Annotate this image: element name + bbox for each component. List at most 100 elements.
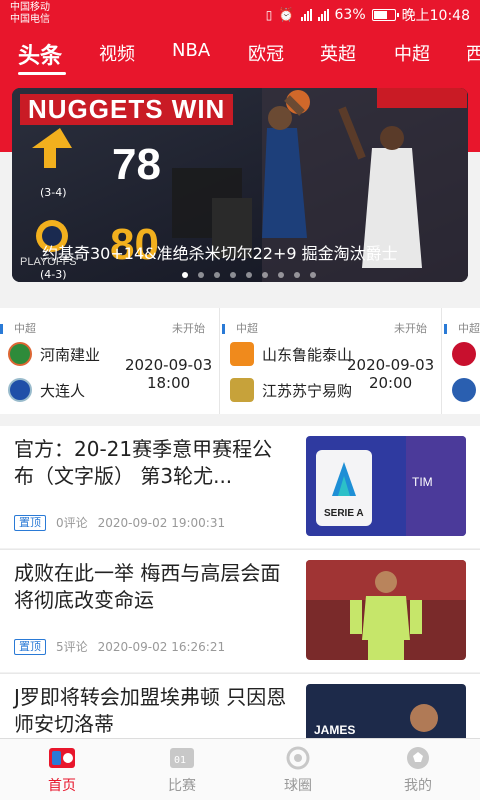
status-indicators: ▯ ⏰ 63% 晚上10:48 <box>266 5 470 25</box>
team2-record: (4-3) <box>40 268 67 281</box>
carousel-dot[interactable] <box>246 272 252 278</box>
carrier-1: 中国移动 <box>10 2 50 13</box>
pinned-badge: 置顶 <box>14 638 46 655</box>
carousel-dot[interactable] <box>310 272 316 278</box>
signal-2-icon <box>317 9 329 21</box>
nav-home[interactable]: 首页 <box>22 745 102 795</box>
news-item[interactable]: J罗即将转会加盟埃弗顿 只因恩师安切洛蒂 JAMES <box>0 674 480 738</box>
news-item[interactable]: 成败在此一举 梅西与高层会面将彻底改变命运 置顶 5评论 2020-09-02 … <box>0 550 480 672</box>
status-bar: 中国移动 中国电信 ▯ ⏰ 63% 晚上10:48 <box>0 0 480 30</box>
carrier-info: 中国移动 中国电信 <box>10 2 50 26</box>
tab-video[interactable]: 视频 <box>99 40 135 66</box>
carousel-dot[interactable] <box>182 272 188 278</box>
comment-count: 5评论 <box>56 640 88 654</box>
match-date: 2020-09-03 <box>125 356 213 374</box>
comment-count: 0评论 <box>56 516 88 530</box>
carousel-dot[interactable] <box>262 272 268 278</box>
carousel-dot[interactable] <box>214 272 220 278</box>
match-card[interactable]: 中超 未开始 山东鲁能泰山 江苏苏宁易购 2020-09-03 20:00 <box>222 308 442 414</box>
tab-headlines[interactable]: 头条 <box>18 38 62 70</box>
team-logo-icon <box>230 378 254 402</box>
banner-carousel[interactable]: NUGGETS WIN 78 (3-4) 80 PLAYOFFS (4-3) 约… <box>12 88 468 282</box>
team-logo-icon <box>8 378 32 402</box>
nav-matches[interactable]: 01 比赛 <box>142 745 222 795</box>
match-time: 2020-09-03 20:00 <box>347 356 434 392</box>
tab-laliga[interactable]: 西 <box>466 40 480 66</box>
match-league: 中超 <box>14 322 36 335</box>
news-time: 2020-09-02 19:00:31 <box>97 515 226 530</box>
nav-profile-label: 我的 <box>404 778 432 794</box>
league-marker <box>222 324 225 334</box>
carousel-dot[interactable] <box>230 272 236 278</box>
nav-profile[interactable]: 我的 <box>378 745 458 795</box>
home-team: 河南建业 <box>8 342 100 366</box>
carousel-indicator <box>182 272 316 278</box>
svg-text:01: 01 <box>174 755 186 766</box>
top-tab-bar: 头条 视频 NBA 欧冠 英超 中超 西 <box>0 30 480 82</box>
carrier-2: 中国电信 <box>10 14 50 25</box>
team-logo-icon <box>8 342 32 366</box>
match-status: 未开始 <box>172 322 205 335</box>
banner-caption: 约基奇30+14&准绝杀米切尔22+9 掘金淘汰爵士 <box>42 244 398 263</box>
news-meta: 置顶 5评论 2020-09-02 16:26:21 <box>14 638 225 655</box>
tab-nba[interactable]: NBA <box>172 40 210 61</box>
home-team-name: 山东鲁能泰山 <box>262 345 353 364</box>
pinned-badge: 置顶 <box>14 514 46 531</box>
news-thumbnail <box>306 560 466 660</box>
carousel-dot[interactable] <box>294 272 300 278</box>
match-status: 未开始 <box>394 322 427 335</box>
league-marker <box>0 324 3 334</box>
battery-percent: 63% <box>334 7 366 23</box>
nav-matches-label: 比赛 <box>168 778 196 794</box>
tab-active-indicator <box>18 72 66 75</box>
home-team-name: 河南建业 <box>40 345 101 364</box>
battery-icon <box>371 9 399 21</box>
home-team <box>452 342 476 366</box>
away-team: 江苏苏宁易购 <box>230 378 352 402</box>
banner-headline: NUGGETS WIN <box>20 94 234 125</box>
away-team-name: 大连人 <box>40 381 86 400</box>
news-title: J罗即将转会加盟埃弗顿 只因恩师安切洛蒂 <box>14 685 287 736</box>
nav-community[interactable]: 球圈 <box>258 745 338 795</box>
news-thumbnail: SERIE A TIM <box>306 436 466 536</box>
tab-ucl[interactable]: 欧冠 <box>248 40 284 66</box>
away-team <box>452 378 476 402</box>
news-title: 官方：20-21赛季意甲赛程公布（文字版） 第3轮尤... <box>14 437 273 488</box>
community-icon <box>286 746 310 770</box>
carousel-dot[interactable] <box>198 272 204 278</box>
tab-csl[interactable]: 中超 <box>394 40 430 66</box>
team-logo-icon <box>230 342 254 366</box>
match-league: 中超 <box>236 322 258 335</box>
match-card[interactable]: 中超 <box>444 308 480 414</box>
match-strip: 中超 未开始 河南建业 大连人 2020-09-03 18:00 中超 未开始 … <box>0 308 480 414</box>
match-kickoff: 18:00 <box>146 374 191 392</box>
news-title: 成败在此一举 梅西与高层会面将彻底改变命运 <box>14 561 281 612</box>
match-card[interactable]: 中超 未开始 河南建业 大连人 2020-09-03 18:00 <box>0 308 220 414</box>
vibrate-icon: ▯ <box>265 8 273 22</box>
svg-text:JAMES: JAMES <box>314 723 355 737</box>
home-icon <box>49 748 75 768</box>
news-item[interactable]: 官方：20-21赛季意甲赛程公布（文字版） 第3轮尤... 置顶 0评论 202… <box>0 426 480 548</box>
nav-home-label: 首页 <box>48 778 76 794</box>
svg-text:TIM: TIM <box>412 475 433 489</box>
alarm-icon: ⏰ <box>278 7 295 23</box>
news-thumbnail: JAMES <box>306 684 466 738</box>
team1-record: (3-4) <box>40 186 67 199</box>
news-time: 2020-09-02 16:26:21 <box>97 639 226 654</box>
tab-epl[interactable]: 英超 <box>320 40 356 66</box>
match-time: 2020-09-03 18:00 <box>125 356 212 392</box>
soccer-ball-icon <box>407 747 429 769</box>
carousel-dot[interactable] <box>278 272 284 278</box>
match-date: 2020-09-03 <box>347 356 435 374</box>
home-team: 山东鲁能泰山 <box>230 342 352 366</box>
svg-text:SERIE A: SERIE A <box>324 508 364 519</box>
clock: 晚上10:48 <box>401 8 470 24</box>
away-team: 大连人 <box>8 378 85 402</box>
away-team-name: 江苏苏宁易购 <box>262 381 353 400</box>
nav-community-label: 球圈 <box>284 778 312 794</box>
team-logo-icon <box>452 342 476 366</box>
team-logo-icon <box>452 378 476 402</box>
scoreboard-icon: 01 <box>170 748 194 768</box>
league-marker <box>444 324 447 334</box>
signal-icon <box>300 9 312 21</box>
